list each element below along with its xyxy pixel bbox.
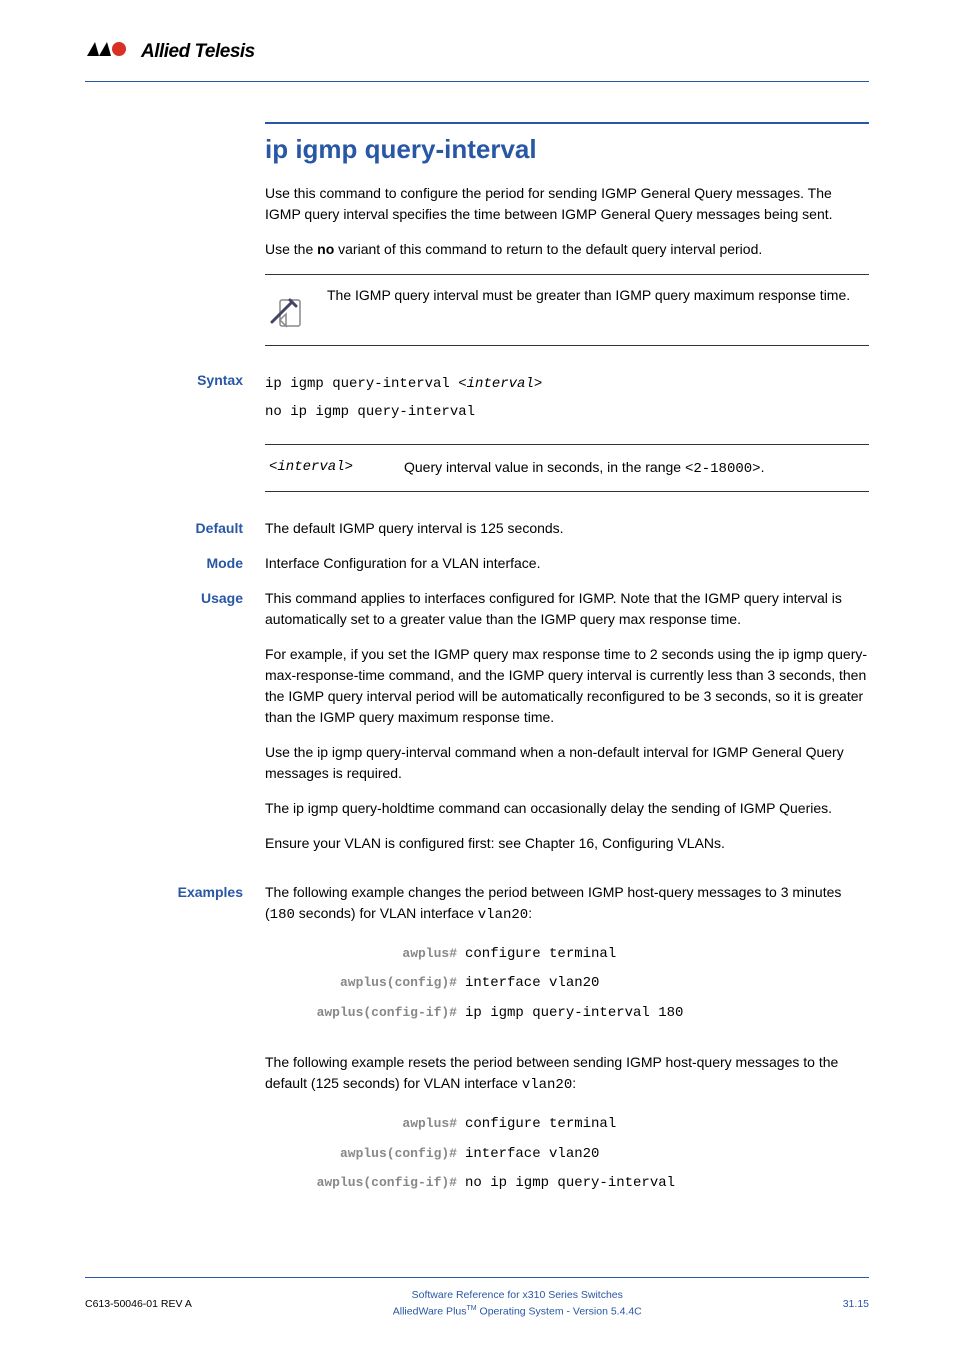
- brand-mark-icon: [85, 40, 133, 63]
- footer-page-number: 31.15: [843, 1298, 869, 1310]
- cli-command: no ip igmp query-interval: [465, 1169, 869, 1198]
- note-block: The IGMP query interval must be greater …: [265, 274, 869, 346]
- usage-section: Usage This command applies to interfaces…: [85, 588, 869, 868]
- main-content: ip igmp query-interval Use this command …: [0, 82, 954, 1198]
- intro-paragraph-2: Use the no variant of this command to re…: [265, 239, 869, 260]
- cli-line: awplus(config)# interface vlan20: [265, 969, 869, 998]
- command-title: ip igmp query-interval: [265, 134, 869, 165]
- text: AlliedWare Plus: [393, 1305, 467, 1317]
- cli-line: awplus(config)# interface vlan20: [265, 1140, 869, 1169]
- cli-line: awplus# configure terminal: [265, 1110, 869, 1139]
- footer-grid: C613-50046-01 REV A Software Reference f…: [85, 1288, 869, 1320]
- cli-prompt: awplus(config-if)#: [265, 1169, 465, 1198]
- usage-content: This command applies to interfaces confi…: [265, 588, 869, 868]
- parameter-row: <interval> Query interval value in secon…: [265, 453, 869, 483]
- code-value: vlan20: [522, 1077, 572, 1093]
- cli-line: awplus(config-if)# ip igmp query-interva…: [265, 999, 869, 1028]
- footer-center: Software Reference for x310 Series Switc…: [192, 1288, 843, 1320]
- code-value: vlan20: [478, 907, 528, 923]
- text: seconds) for VLAN interface: [295, 905, 478, 921]
- text: For example, if you set the IGMP query m…: [265, 646, 778, 662]
- code-value: 180: [270, 907, 295, 923]
- note-text: The IGMP query interval must be greater …: [327, 283, 850, 306]
- usage-p5: Ensure your VLAN is configured first: se…: [265, 833, 869, 854]
- trademark: TM: [467, 1305, 477, 1312]
- mode-content: Interface Configuration for a VLAN inter…: [265, 553, 869, 574]
- text: variant of this command to return to the…: [334, 241, 762, 257]
- mode-label: Mode: [85, 553, 265, 574]
- cli-prompt: awplus#: [265, 940, 465, 969]
- cli-command: ip igmp query-interval 180: [465, 999, 869, 1028]
- examples-intro-2: The following example resets the period …: [265, 1052, 869, 1096]
- page-header: Allied Telesis: [0, 0, 954, 82]
- examples-section: Examples The following example changes t…: [85, 882, 869, 926]
- text: .: [761, 459, 765, 475]
- examples-label: Examples: [85, 882, 265, 926]
- text: Operating System - Version 5.4.4C: [477, 1305, 642, 1317]
- text: >: [534, 376, 542, 392]
- title-block: ip igmp query-interval: [265, 122, 869, 165]
- text: .: [721, 835, 725, 851]
- cli-prompt: awplus(config)#: [265, 1140, 465, 1169]
- page-footer: C613-50046-01 REV A Software Reference f…: [85, 1277, 869, 1320]
- cli-example-1: awplus# configure terminal awplus(config…: [265, 940, 869, 1028]
- examples-intro-1: The following example changes the period…: [265, 882, 869, 926]
- param-range: <2-18000>: [685, 461, 761, 477]
- text: Use the: [265, 744, 317, 760]
- parameter-name: <interval>: [269, 459, 404, 477]
- text: :: [528, 905, 532, 921]
- syntax-line-1: ip igmp query-interval <interval>: [265, 370, 869, 398]
- cli-example-2: awplus# configure terminal awplus(config…: [265, 1110, 869, 1198]
- cli-command: interface vlan20: [465, 1140, 869, 1169]
- usage-p2: For example, if you set the IGMP query m…: [265, 644, 869, 728]
- link-query-holdtime[interactable]: ip igmp query-holdtime: [293, 800, 435, 816]
- footer-reference-title: Software Reference for x310 Series Switc…: [192, 1288, 843, 1304]
- text: command can occasionally delay the sendi…: [435, 800, 832, 816]
- usage-label: Usage: [85, 588, 265, 868]
- no-keyword: no: [317, 241, 334, 257]
- brand-logo: Allied Telesis: [85, 40, 869, 63]
- cli-prompt: awplus#: [265, 1110, 465, 1139]
- text: The: [265, 800, 293, 816]
- intro-paragraph-1: Use this command to configure the period…: [265, 183, 869, 225]
- usage-p3: Use the ip igmp query-interval command w…: [265, 742, 869, 784]
- cli-command: configure terminal: [465, 940, 869, 969]
- cli-prompt: awplus(config)#: [265, 969, 465, 998]
- syntax-content: ip igmp query-interval <interval> no ip …: [265, 370, 869, 426]
- default-section: Default The default IGMP query interval …: [85, 518, 869, 539]
- default-content: The default IGMP query interval is 125 s…: [265, 518, 869, 539]
- usage-p1: This command applies to interfaces confi…: [265, 588, 869, 630]
- parameter-table: <interval> Query interval value in secon…: [265, 444, 869, 492]
- cli-line: awplus# configure terminal: [265, 940, 869, 969]
- footer-os-version: AlliedWare PlusTM Operating System - Ver…: [192, 1304, 843, 1320]
- cli-command: configure terminal: [465, 1110, 869, 1139]
- mode-section: Mode Interface Configuration for a VLAN …: [85, 553, 869, 574]
- brand-name: Allied Telesis: [141, 41, 255, 63]
- parameter-description: Query interval value in seconds, in the …: [404, 459, 865, 477]
- text: Use the: [265, 241, 317, 257]
- syntax-param: interval: [467, 376, 534, 392]
- syntax-label: Syntax: [85, 370, 265, 426]
- default-label: Default: [85, 518, 265, 539]
- text: Ensure your VLAN is configured first: se…: [265, 835, 525, 851]
- footer-doc-id: C613-50046-01 REV A: [85, 1298, 192, 1310]
- note-icon: [265, 289, 313, 337]
- text: :: [572, 1075, 576, 1091]
- text: ip igmp query-interval <: [265, 376, 467, 392]
- usage-p4: The ip igmp query-holdtime command can o…: [265, 798, 869, 819]
- text: Query interval value in seconds, in the …: [404, 459, 685, 475]
- cli-prompt: awplus(config-if)#: [265, 999, 465, 1028]
- link-vlan-chapter[interactable]: Chapter 16, Configuring VLANs: [525, 835, 721, 851]
- syntax-section: Syntax ip igmp query-interval <interval>…: [85, 370, 869, 426]
- syntax-line-2: no ip igmp query-interval: [265, 398, 869, 426]
- cli-command: interface vlan20: [465, 969, 869, 998]
- cli-line: awplus(config-if)# no ip igmp query-inte…: [265, 1169, 869, 1198]
- command-name: ip igmp query-interval: [317, 744, 451, 760]
